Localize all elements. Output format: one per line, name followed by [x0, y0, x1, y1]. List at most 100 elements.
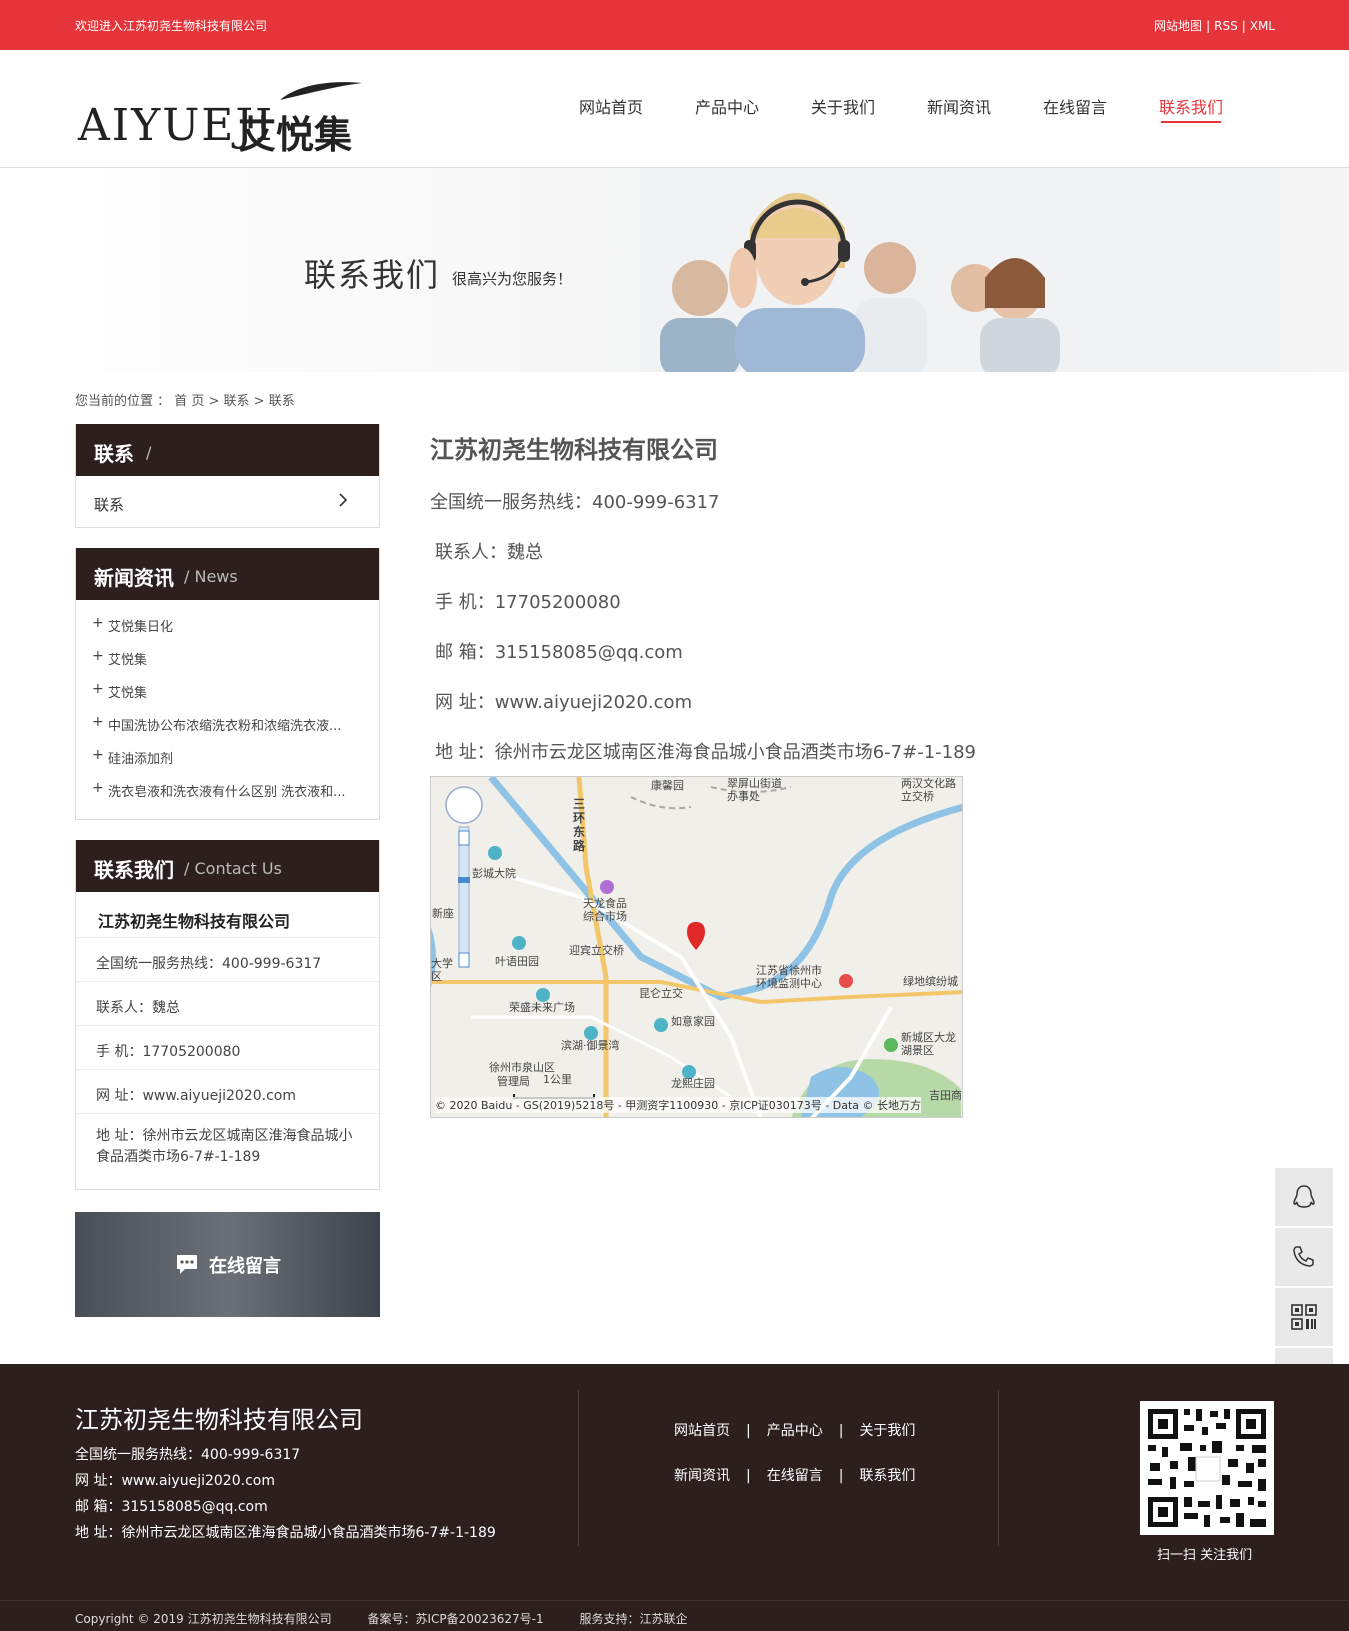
main-address: 地 址：徐州市云龙区城南区淮海食品城小食品酒类市场6-7#-1-189 [435, 742, 976, 763]
footer-links-row2: 新闻资讯 | 在线留言 | 联系我们 [674, 1468, 916, 1484]
main-company-name: 江苏初尧生物科技有限公司 [430, 436, 718, 464]
map-label: 翠屏山街道办事处 [727, 777, 782, 803]
footer-link-news[interactable]: 新闻资讯 [674, 1468, 730, 1484]
footer-hotline: 全国统一服务热线：400-999-6317 [75, 1447, 301, 1463]
footer-link-message[interactable]: 在线留言 [767, 1468, 823, 1484]
news-item-title: 艾悦集日化 [108, 620, 174, 635]
news-item[interactable]: + 洗衣皂液和洗衣液有什么区别 洗衣液和... [92, 781, 367, 814]
sidebar-company-name: 江苏初尧生物科技有限公司 [76, 892, 379, 938]
map-label: 绿地缤纷城 [903, 975, 958, 988]
footer-address: 地 址：徐州市云龙区城南区淮海食品城小食品酒类市场6-7#-1-189 [75, 1525, 496, 1541]
footer-link-about[interactable]: 关于我们 [859, 1423, 915, 1439]
baidu-map[interactable]: 康馨园 翠屏山街道办事处 两汉文化路立交桥 三环东路 彭城大院 天龙食品综合市场… [430, 776, 963, 1118]
footer-link-products[interactable]: 产品中心 [767, 1423, 823, 1439]
news-item-title: 洗衣皂液和洗衣液有什么区别 洗衣液和... [108, 785, 346, 800]
main-email: 邮 箱：315158085@qq.com [435, 642, 683, 663]
banner-title: 联系我们 [304, 256, 441, 294]
qq-button[interactable] [1275, 1168, 1333, 1226]
footer: 江苏初尧生物科技有限公司 全国统一服务热线：400-999-6317 网 址：w… [0, 1364, 1349, 1631]
news-item[interactable]: + 艾悦集 [92, 682, 367, 715]
logo-chinese: 艾悦集 [238, 112, 353, 157]
sidebar-contact-person: 联系人：魏总 [76, 982, 379, 1026]
qr-code-image [1140, 1401, 1274, 1535]
map-label: 迎宾立交桥 [569, 944, 624, 957]
xml-link[interactable]: XML [1250, 19, 1275, 33]
chevron-right-icon [339, 493, 348, 507]
sitemap-link[interactable]: 网站地图 [1154, 19, 1202, 33]
map-label: 叶语田园 [495, 955, 539, 968]
banner-people-image [640, 168, 1280, 372]
leaf-icon [280, 82, 362, 100]
map-label: 新座 [432, 907, 454, 920]
sidebar-category-suffix: / [146, 443, 152, 462]
phone-icon [1293, 1246, 1314, 1267]
sidebar-news-title: 新闻资讯 [94, 566, 174, 590]
qr-code-label: 扫一扫 关注我们 [1157, 1548, 1253, 1563]
news-item-title: 中国洗协公布浓缩洗衣粉和浓缩洗衣液... [108, 719, 342, 734]
icp-text[interactable]: 备案号：苏ICP备20023627号-1 [367, 1612, 543, 1626]
main-website: 网 址：www.aiyueji2020.com [435, 692, 693, 713]
online-message-button[interactable]: 在线留言 [75, 1212, 380, 1317]
contact-content: 江苏初尧生物科技有限公司 全国统一服务热线：400-999-6317 联系人：魏… [430, 430, 1310, 763]
map-label: 昆仑立交 [639, 987, 683, 1000]
copyright-text: Copyright © 2019 江苏初尧生物科技有限公司 [75, 1612, 332, 1626]
qq-icon [1293, 1185, 1315, 1208]
main-mobile: 手 机：17705200080 [435, 592, 621, 613]
sidebar-hotline: 全国统一服务热线：400-999-6317 [76, 938, 379, 982]
map-label: 两汉文化路立交桥 [901, 777, 956, 803]
nav-message[interactable]: 在线留言 [1017, 94, 1133, 130]
sidebar-news-header: 新闻资讯 / News [76, 548, 379, 600]
footer-link-contact[interactable]: 联系我们 [859, 1468, 915, 1484]
map-label: 吉田商 [929, 1089, 962, 1102]
map-copyright: © 2020 Baidu - GS(2019)5218号 - 甲测资字11009… [435, 1097, 922, 1113]
footer-divider [578, 1390, 579, 1546]
sidebar-website: 网 址：www.aiyueji2020.com [76, 1070, 379, 1114]
chat-bubble-icon [177, 1255, 197, 1274]
map-label: 康馨园 [651, 779, 684, 792]
main-hotline: 全国统一服务热线：400-999-6317 [430, 492, 720, 513]
nav-home[interactable]: 网站首页 [553, 94, 669, 130]
news-item[interactable]: + 艾悦集 [92, 649, 367, 682]
nav-news[interactable]: 新闻资讯 [901, 94, 1017, 130]
phone-button[interactable] [1275, 1228, 1333, 1286]
sidebar-category-title: 联系 [94, 442, 134, 466]
sidebar-item-contact[interactable]: 联系 [76, 476, 379, 528]
main-contact-person: 联系人：魏总 [435, 542, 543, 563]
footer-links-row1: 网站首页 | 产品中心 | 关于我们 [674, 1423, 916, 1439]
news-item[interactable]: + 硅油添加剂 [92, 748, 367, 781]
breadcrumb: 您当前的位置 ： 首 页 > 联系 > 联系 [75, 394, 295, 409]
qrcode-button[interactable] [1275, 1288, 1333, 1346]
header: AIYUEJI 艾悦集 网站首页 产品中心 关于我们 新闻资讯 在线留言 联系我… [0, 50, 1349, 168]
plus-icon: + [92, 715, 104, 730]
plus-icon: + [92, 616, 104, 631]
map-label: 天龙食品综合市场 [583, 897, 627, 923]
support-text: 服务支持：江苏联企 [579, 1612, 688, 1626]
footer-bottom: Copyright © 2019 江苏初尧生物科技有限公司 备案号：苏ICP备2… [75, 1610, 720, 1627]
map-label: 江苏省徐州市环境监测中心 [756, 964, 822, 990]
news-item[interactable]: + 艾悦集日化 [92, 616, 367, 649]
footer-website: 网 址：www.aiyueji2020.com [75, 1473, 275, 1489]
rss-link[interactable]: RSS [1214, 19, 1238, 33]
sidebar-contact-header: 联系我们 / Contact Us [76, 840, 379, 892]
news-item-title: 艾悦集 [108, 653, 148, 668]
map-label: 大学区 [431, 957, 453, 983]
plus-icon: + [92, 649, 104, 664]
news-list: + 艾悦集日化 + 艾悦集 + 艾悦集 + 中国洗协公布浓缩洗衣粉和浓缩洗衣液... +… [76, 600, 379, 814]
qrcode-icon [1291, 1304, 1317, 1330]
nav-about[interactable]: 关于我们 [785, 94, 901, 130]
sidebar-news-en: / News [184, 567, 238, 586]
news-item[interactable]: + 中国洗协公布浓缩洗衣粉和浓缩洗衣液... [92, 715, 367, 748]
plus-icon: + [92, 748, 104, 763]
map-label: 如意家园 [671, 1015, 715, 1028]
sidebar-mobile: 手 机：17705200080 [76, 1026, 379, 1070]
sidebar-address: 地 址：徐州市云龙区城南区淮海食品城小食品酒类市场6-7#-1-189 [96, 1128, 353, 1165]
map-label: 滨湖·御景湾 [561, 1039, 620, 1052]
footer-link-home[interactable]: 网站首页 [674, 1423, 730, 1439]
nav-products[interactable]: 产品中心 [669, 94, 785, 130]
map-label: 新城区大龙湖景区 [901, 1031, 956, 1057]
map-label: 管理局 [497, 1075, 530, 1088]
map-label: 彭城大院 [472, 867, 516, 880]
footer-company-name: 江苏初尧生物科技有限公司 [75, 1406, 363, 1434]
nav-contact[interactable]: 联系我们 [1133, 94, 1249, 130]
site-logo[interactable]: AIYUEJI 艾悦集 [78, 72, 368, 157]
